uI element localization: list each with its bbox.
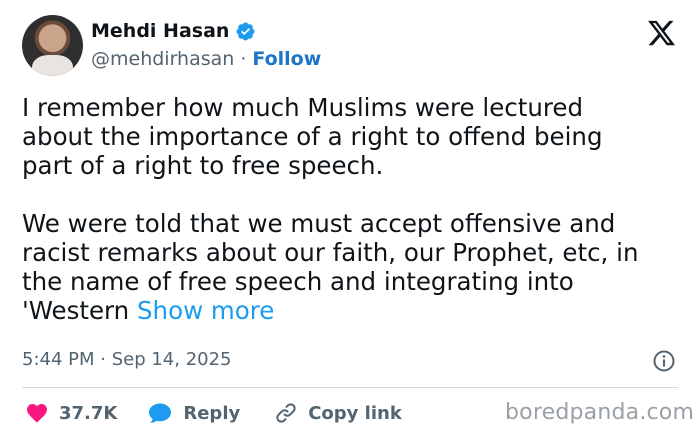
watermark: boredpanda.com xyxy=(505,400,695,425)
x-logo-icon[interactable] xyxy=(646,18,677,48)
like-button[interactable]: 37.7K xyxy=(25,401,117,425)
separator-dot: · xyxy=(240,48,247,70)
author-display-name[interactable]: Mehdi Hasan xyxy=(91,20,229,42)
follow-button[interactable]: Follow xyxy=(252,48,321,70)
action-bar: 37.7K Reply Copy link xyxy=(25,398,402,428)
copy-link-label: Copy link xyxy=(308,402,402,424)
divider xyxy=(22,387,678,388)
author-name-row: Mehdi Hasan xyxy=(91,20,256,42)
tweet-card: Mehdi Hasan @mehdirhasan · Follow I reme… xyxy=(0,0,700,440)
tweet-text: I remember how much Muslims were lecture… xyxy=(22,93,639,325)
author-handle-row: @mehdirhasan · Follow xyxy=(91,48,321,70)
tweet-body: I remember how much Muslims were lecture… xyxy=(22,93,682,325)
reply-bubble-icon xyxy=(149,403,172,423)
copy-link-button[interactable]: Copy link xyxy=(274,401,402,425)
link-icon xyxy=(276,403,296,423)
avatar[interactable] xyxy=(22,15,83,76)
author-handle[interactable]: @mehdirhasan xyxy=(91,48,234,70)
reply-label: Reply xyxy=(183,402,241,424)
verified-badge-icon xyxy=(236,22,255,40)
reply-button[interactable]: Reply xyxy=(147,401,240,425)
show-more-link[interactable]: Show more xyxy=(137,296,274,325)
info-icon[interactable] xyxy=(652,349,676,373)
like-count: 37.7K xyxy=(59,402,118,424)
heart-icon xyxy=(27,404,47,423)
tweet-timestamp[interactable]: 5:44 PM · Sep 14, 2025 xyxy=(22,349,232,370)
